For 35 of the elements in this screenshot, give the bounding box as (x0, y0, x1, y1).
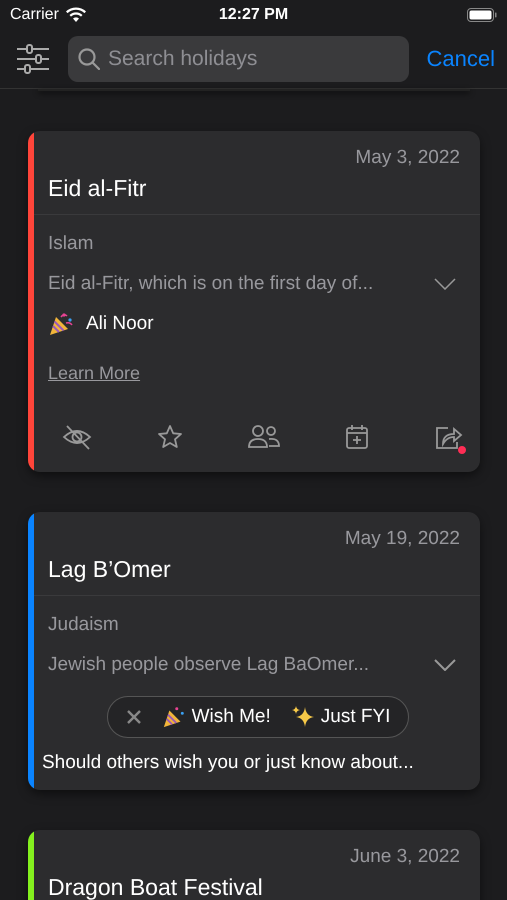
holiday-title: Eid al-Fitr (48, 175, 148, 202)
religion-label: Judaism (48, 614, 119, 636)
wisher-name: Ali Noor (86, 313, 154, 335)
carrier-name: Carrier (10, 6, 59, 24)
holiday-date: May 3, 2022 (355, 147, 460, 169)
share-icon[interactable] (434, 424, 464, 452)
party-popper-icon (162, 705, 186, 729)
filter-sliders-icon[interactable] (16, 44, 50, 74)
close-icon[interactable] (126, 709, 142, 725)
calendar-add-icon[interactable] (345, 424, 369, 450)
wish-question-text: Should others wish you or just know about... (42, 752, 414, 774)
holiday-title: Dragon Boat Festival (48, 874, 264, 900)
cancel-button[interactable]: Cancel (426, 46, 495, 72)
holiday-card[interactable]: May 19, 2022 Lag B’Omer Judaism Jewish people observe Lag BaOmer... Wish Me! Just FYI Should others wish you or just know about... (28, 512, 480, 790)
party-popper-icon (48, 311, 74, 337)
wifi-icon (64, 7, 87, 23)
learn-more-link[interactable]: Learn More (48, 363, 140, 384)
wish-option-button[interactable]: Just FYI (290, 705, 390, 729)
holiday-date: June 3, 2022 (350, 846, 460, 868)
holiday-date: May 19, 2022 (344, 528, 460, 550)
star-icon[interactable] (157, 424, 183, 450)
holiday-card[interactable]: May 3, 2022 Eid al-Fitr Islam Eid al-Fitr, which is on the first day of... Ali Noor Learn More (28, 131, 480, 472)
battery-icon (467, 8, 497, 22)
holiday-description: Jewish people observe Lag BaOmer... (48, 654, 370, 676)
chevron-icon[interactable] (434, 278, 456, 290)
chevron-icon[interactable] (434, 659, 456, 671)
wish-option-button[interactable]: Wish Me! (162, 705, 271, 729)
holiday-card[interactable]: June 3, 2022 Dragon Boat Festival (28, 830, 480, 900)
search-field[interactable]: Search holidays (68, 36, 409, 82)
clock-time: 12:27 PM (218, 6, 288, 24)
holiday-description: Eid al-Fitr, which is on the first day of... (48, 273, 374, 295)
people-icon[interactable] (248, 424, 280, 448)
religion-label: Islam (48, 233, 94, 255)
holiday-title: Lag B’Omer (48, 556, 172, 583)
eye-slash-icon[interactable] (62, 424, 92, 450)
